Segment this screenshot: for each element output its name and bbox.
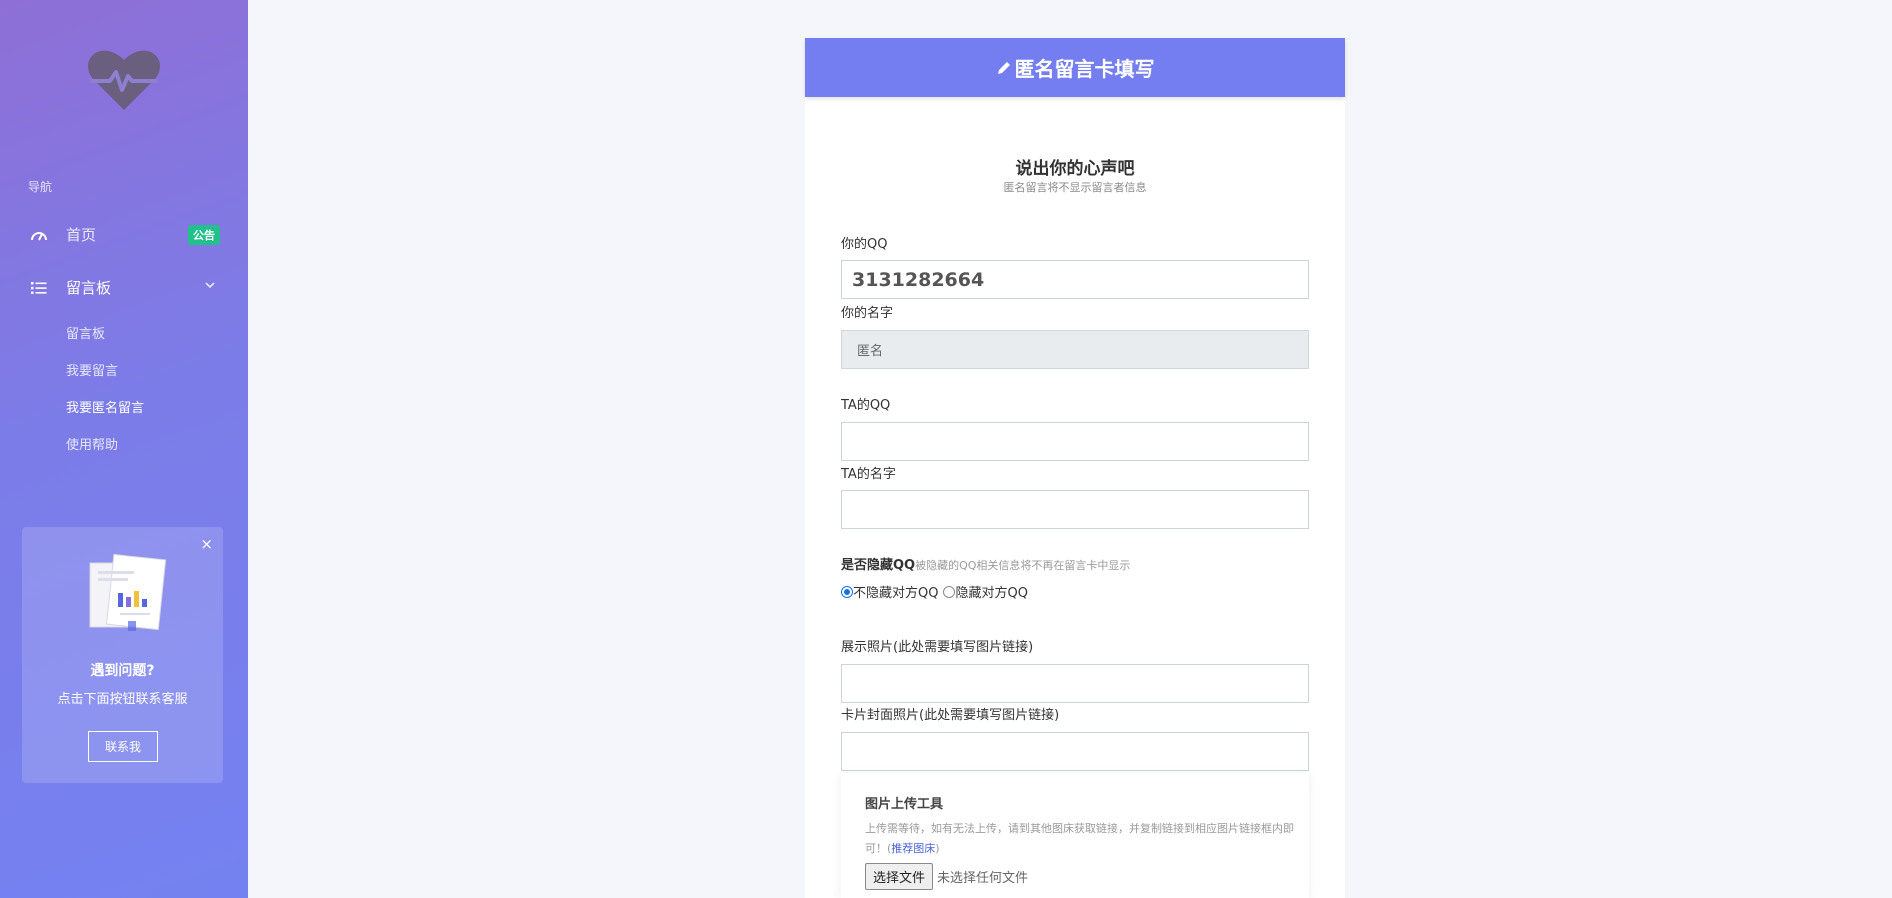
ta-name-input[interactable]	[841, 490, 1309, 529]
my-qq-label: 你的QQ	[841, 237, 888, 252]
recommended-host-link[interactable]: 推荐图床	[891, 842, 935, 855]
section-subtitle: 匿名留言将不显示留言者信息	[1003, 181, 1147, 194]
cover-label: 卡片封面照片(此处需要填写图片链接)	[841, 708, 1060, 723]
file-status: 未选择任何文件	[937, 871, 1029, 886]
sidebar-item-home[interactable]: 首页 公告	[28, 224, 220, 245]
card-header: 匿名留言卡填写	[805, 38, 1345, 97]
subitem-anonymous-message[interactable]: 我要匿名留言	[66, 397, 144, 416]
my-name-label: 你的名字	[841, 306, 894, 321]
hide-qq-radio-group: 不隐藏对方QQ 隐藏对方QQ	[841, 582, 1028, 601]
hide-qq-hint: 被隐藏的QQ相关信息将不再在留言卡中显示	[915, 559, 1131, 572]
pencil-icon	[997, 61, 1010, 74]
ta-name-label: TA的名字	[841, 467, 896, 482]
image-upload-panel: 图片上传工具 上传需等待，如有无法上传，请到其他图床获取链接，并复制链接到相应图…	[841, 773, 1309, 898]
upload-title: 图片上传工具	[865, 797, 944, 812]
sidebar-item-board[interactable]: 留言板	[28, 277, 220, 298]
radio-show-qq-label[interactable]: 不隐藏对方QQ	[853, 582, 938, 601]
list-icon	[28, 279, 50, 297]
photo-label: 展示照片(此处需要填写图片链接)	[841, 640, 1034, 655]
subitem-help[interactable]: 使用帮助	[66, 434, 118, 453]
close-icon[interactable]: ×	[200, 537, 213, 552]
hide-qq-title: 是否隐藏QQ	[841, 558, 916, 573]
upload-desc-end: )	[935, 842, 940, 855]
nav-heading: 导航	[28, 180, 53, 194]
radio-hide-qq-label[interactable]: 隐藏对方QQ	[955, 582, 1027, 601]
subitem-board[interactable]: 留言板	[66, 323, 105, 342]
contact-button[interactable]: 联系我	[88, 731, 158, 762]
documents-chart-illustration-icon	[89, 553, 167, 631]
choose-file-button[interactable]: 选择文件	[865, 863, 934, 890]
my-name-input	[841, 330, 1309, 369]
heart-pulse-logo-icon[interactable]	[86, 48, 162, 112]
file-picker: 选择文件 未选择任何文件	[865, 863, 1028, 890]
upload-description: 上传需等待，如有无法上传，请到其他图床获取链接，并复制链接到相应图片链接框内即可…	[865, 819, 1305, 859]
cover-url-input[interactable]	[841, 732, 1309, 771]
dashboard-gauge-icon	[28, 226, 50, 244]
sidebar: 导航 首页 公告 留言板 留言板 我要留言 我要匿名留言 使用帮助 × 遇到问题…	[0, 0, 248, 898]
sidebar-item-label: 首页	[66, 226, 97, 244]
photo-url-input[interactable]	[841, 664, 1309, 703]
radio-show-qq[interactable]	[841, 585, 853, 598]
hide-qq-label: 是否隐藏QQ被隐藏的QQ相关信息将不再在留言卡中显示	[841, 554, 1130, 573]
help-subtitle: 点击下面按钮联系客服	[57, 692, 188, 707]
notice-badge: 公告	[188, 225, 220, 245]
help-title: 遇到问题?	[90, 663, 155, 679]
card-title: 匿名留言卡填写	[1014, 57, 1155, 81]
radio-hide-qq[interactable]	[943, 585, 956, 598]
anonymous-message-card: 匿名留言卡填写 说出你的心声吧 匿名留言将不显示留言者信息 你的QQ 你的名字 …	[805, 38, 1345, 898]
chevron-down-icon[interactable]	[204, 279, 216, 291]
help-card: × 遇到问题? 点击下面按钮联系客服 联系我	[22, 527, 223, 783]
ta-qq-label: TA的QQ	[841, 398, 891, 413]
subitem-post-message[interactable]: 我要留言	[66, 360, 118, 379]
sidebar-item-label: 留言板	[66, 279, 112, 297]
section-title: 说出你的心声吧	[1015, 159, 1135, 179]
my-qq-input[interactable]	[841, 260, 1309, 299]
ta-qq-input[interactable]	[841, 422, 1309, 461]
